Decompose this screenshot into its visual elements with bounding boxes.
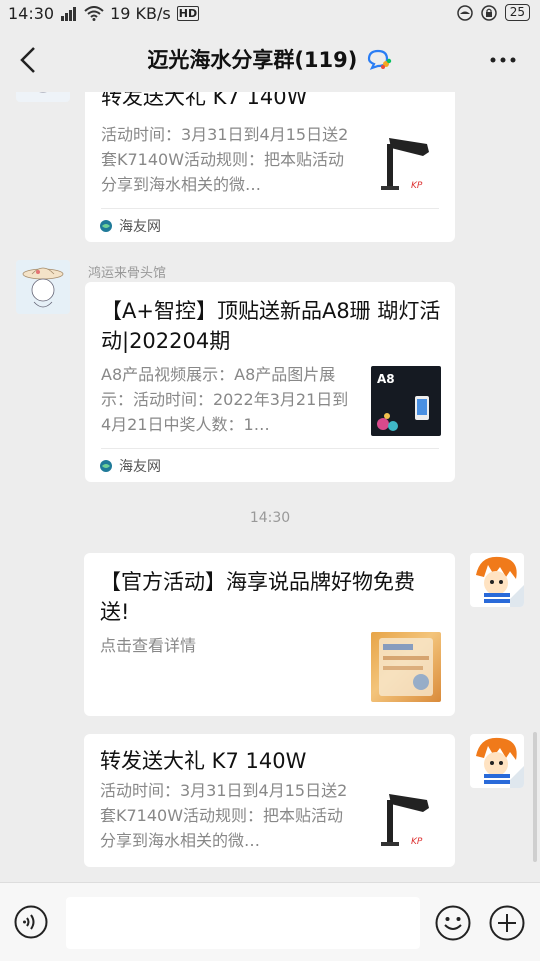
- chat-header: 迈光海水分享群(119): [0, 28, 540, 92]
- product-thumbnail: KP: [371, 130, 441, 200]
- wifi-icon: [84, 6, 104, 21]
- my-avatar[interactable]: [470, 553, 524, 607]
- hd-icon: HD: [176, 6, 200, 21]
- card-title: 转发送大礼 K7 140W: [101, 92, 308, 109]
- link-card[interactable]: 转发送大礼 K7 140W 活动时间：3月31日到4月15日送2套K7140W活…: [85, 92, 455, 242]
- sender-name: 鸿运来骨头馆: [88, 266, 167, 281]
- card-title: 【A+智控】顶贴送新品A8珊 瑚灯活动|202204期: [101, 299, 441, 353]
- timestamp: 14:30: [249, 510, 291, 526]
- avatar[interactable]: [16, 92, 70, 102]
- status-bar: 14:30 19 KB/s HD 25: [0, 0, 540, 28]
- link-card[interactable]: 【官方活动】海享说品牌好物免费送! 点击查看详情: [84, 553, 455, 716]
- work-chat-icon: [367, 49, 391, 70]
- cartoon-avatar-icon: [470, 553, 524, 607]
- card-source: 海友网: [99, 216, 161, 236]
- card-description: 活动时间：3月31日到4月15日送2套K7140W活动规则：把本贴活动分享到海水…: [100, 781, 348, 850]
- more-options-icon[interactable]: [488, 48, 518, 72]
- product-thumbnail: KP: [371, 786, 441, 856]
- card-description: A8产品视频展示：A8产品图片展示：活动时间：2022年3月21日到4月21日中…: [101, 365, 349, 434]
- card-source: 海友网: [99, 456, 161, 476]
- plus-icon[interactable]: [489, 905, 525, 941]
- network-speed: 19 KB/s: [110, 4, 171, 23]
- card-description: 活动时间：3月31日到4月15日送2套K7140W活动规则：把本贴活动分享到海水…: [101, 125, 349, 194]
- sender-avatar[interactable]: [16, 260, 70, 314]
- card-divider: [101, 448, 439, 449]
- source-name: 海友网: [119, 459, 161, 475]
- do-not-disturb-icon: [456, 4, 473, 21]
- product-thumbnail: [371, 632, 441, 702]
- chat-message-list[interactable]: 转发送大礼 K7 140W 活动时间：3月31日到4月15日送2套K7140W活…: [0, 92, 540, 882]
- source-logo-icon: [100, 460, 112, 472]
- battery-indicator: 25: [504, 4, 530, 21]
- input-bar: [0, 882, 540, 961]
- lock-icon: [480, 4, 497, 21]
- my-avatar[interactable]: [470, 734, 524, 788]
- source-logo-icon: [100, 220, 112, 232]
- coral-image: [377, 396, 429, 431]
- scrollbar[interactable]: [533, 732, 537, 862]
- card-title: 转发送大礼 K7 140W: [100, 749, 307, 773]
- status-time: 14:30: [8, 4, 55, 23]
- message-input[interactable]: [66, 897, 420, 949]
- voice-input-icon[interactable]: [14, 905, 48, 939]
- card-divider: [101, 208, 439, 209]
- group-name: 迈光海水分享群(119): [147, 48, 358, 72]
- chat-title: 迈光海水分享群(119): [0, 44, 540, 74]
- emoji-icon[interactable]: [435, 905, 471, 941]
- link-card[interactable]: 转发送大礼 K7 140W 活动时间：3月31日到4月15日送2套K7140W活…: [84, 734, 455, 867]
- product-thumbnail: A8: [371, 366, 441, 436]
- cartoon-avatar-icon: [470, 734, 524, 788]
- signal-icon: [61, 6, 77, 21]
- svg-text:KP: KP: [411, 837, 423, 847]
- svg-text:KP: KP: [411, 181, 423, 191]
- card-title: 【官方活动】海享说品牌好物免费送!: [100, 570, 415, 624]
- card-description: 点击查看详情: [100, 636, 197, 655]
- blurred-promo-image: [379, 638, 433, 696]
- link-card[interactable]: 【A+智控】顶贴送新品A8珊 瑚灯活动|202204期 A8产品视频展示：A8产…: [85, 282, 455, 482]
- source-name: 海友网: [119, 219, 161, 235]
